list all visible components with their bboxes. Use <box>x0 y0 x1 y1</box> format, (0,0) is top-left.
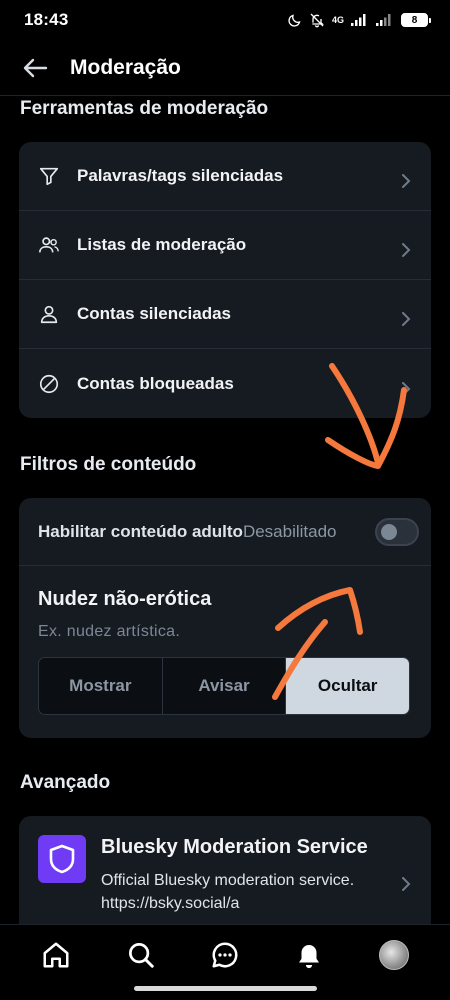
filter-icon <box>38 165 60 187</box>
tab-chat[interactable] <box>203 933 247 977</box>
content-filters-card: Habilitar conteúdo adulto Desabilitado N… <box>19 498 431 738</box>
bell-icon <box>299 944 320 968</box>
service-description: Official Bluesky moderation service. htt… <box>101 872 355 912</box>
service-row: Bluesky Moderation Service Official Blue… <box>19 816 431 924</box>
nudity-description: Ex. nudez artística. <box>38 623 181 640</box>
moderation-tools-title: Ferramentas de moderação <box>20 98 269 119</box>
home-icon <box>43 942 69 967</box>
signal-icon <box>376 14 391 26</box>
adult-content-label: Habilitar conteúdo adulto <box>38 521 243 541</box>
adult-content-toggle[interactable] <box>375 517 419 546</box>
advanced-title: Avançado <box>20 772 111 793</box>
nudity-segmented-control: Mostrar Avisar Ocultar <box>38 657 410 715</box>
bell-off-icon <box>310 13 324 28</box>
shield-icon <box>38 835 86 883</box>
moderation-tools-card: Palavras/tags silenciadas Listas de mode… <box>19 142 431 418</box>
menu-item-muted-words[interactable]: Palavras/tags silenciadas <box>19 142 431 211</box>
menu-item-label: Palavras/tags silenciadas <box>77 166 284 185</box>
chevron-right-icon <box>402 243 411 257</box>
signal-icon <box>351 14 366 26</box>
segment-hide[interactable]: Ocultar <box>286 658 409 714</box>
block-icon <box>38 373 60 395</box>
avatar <box>378 939 409 970</box>
tab-notifications[interactable] <box>287 933 331 977</box>
chat-icon <box>212 942 238 967</box>
content-filters-title: Filtros de conteúdo <box>20 454 197 475</box>
tab-profile[interactable] <box>372 933 416 977</box>
status-time: 18:43 <box>24 10 69 29</box>
adult-content-row[interactable]: Habilitar conteúdo adulto Desabilitado <box>19 498 431 566</box>
moderation-service-card[interactable]: Bluesky Moderation Service Official Blue… <box>19 816 431 924</box>
menu-item-blocked-accounts[interactable]: Contas bloqueadas <box>19 349 431 418</box>
chevron-right-icon <box>402 877 411 891</box>
chevron-right-icon <box>402 312 411 326</box>
toggle-knob <box>381 523 397 540</box>
page-title: Moderação <box>70 55 181 79</box>
status-bar: 18:43 4G 8 <box>0 0 450 40</box>
menu-item-label: Listas de moderação <box>77 235 247 254</box>
segment-warn[interactable]: Avisar <box>162 658 287 714</box>
search-icon <box>128 942 154 968</box>
nudity-title: Nudez não-erótica <box>38 588 212 610</box>
home-indicator <box>134 986 317 991</box>
service-text: Bluesky Moderation Service Official Blue… <box>101 835 399 924</box>
menu-item-label: Contas bloqueadas <box>77 373 234 393</box>
chevron-right-icon <box>402 174 411 188</box>
moon-icon <box>288 13 301 27</box>
arrow-left-icon <box>23 58 48 77</box>
menu-item-moderation-lists[interactable]: Listas de moderação <box>19 211 431 280</box>
adult-content-status: Desabilitado <box>242 521 337 541</box>
content-scroll[interactable]: Ferramentas de moderação Palavras/tags s… <box>0 96 450 924</box>
menu-item-muted-accounts[interactable]: Contas silenciadas <box>19 280 431 349</box>
user-icon <box>38 303 60 325</box>
tab-home[interactable] <box>34 933 78 977</box>
segment-show[interactable]: Mostrar <box>39 658 163 714</box>
network-label: 4G <box>331 14 344 25</box>
nudity-filter: Nudez não-erótica Ex. nudez artística. M… <box>19 566 431 733</box>
users-icon <box>38 234 60 256</box>
bottom-tab-bar <box>0 924 450 984</box>
battery-icon: 8 <box>401 13 431 27</box>
service-name: Bluesky Moderation Service <box>101 836 368 858</box>
chevron-right-icon <box>402 381 411 396</box>
page-header: Moderação <box>0 40 450 96</box>
menu-item-label: Contas silenciadas <box>77 304 232 323</box>
back-button[interactable] <box>22 53 52 83</box>
status-icons: 4G 8 <box>287 12 431 28</box>
tab-search[interactable] <box>119 933 163 977</box>
